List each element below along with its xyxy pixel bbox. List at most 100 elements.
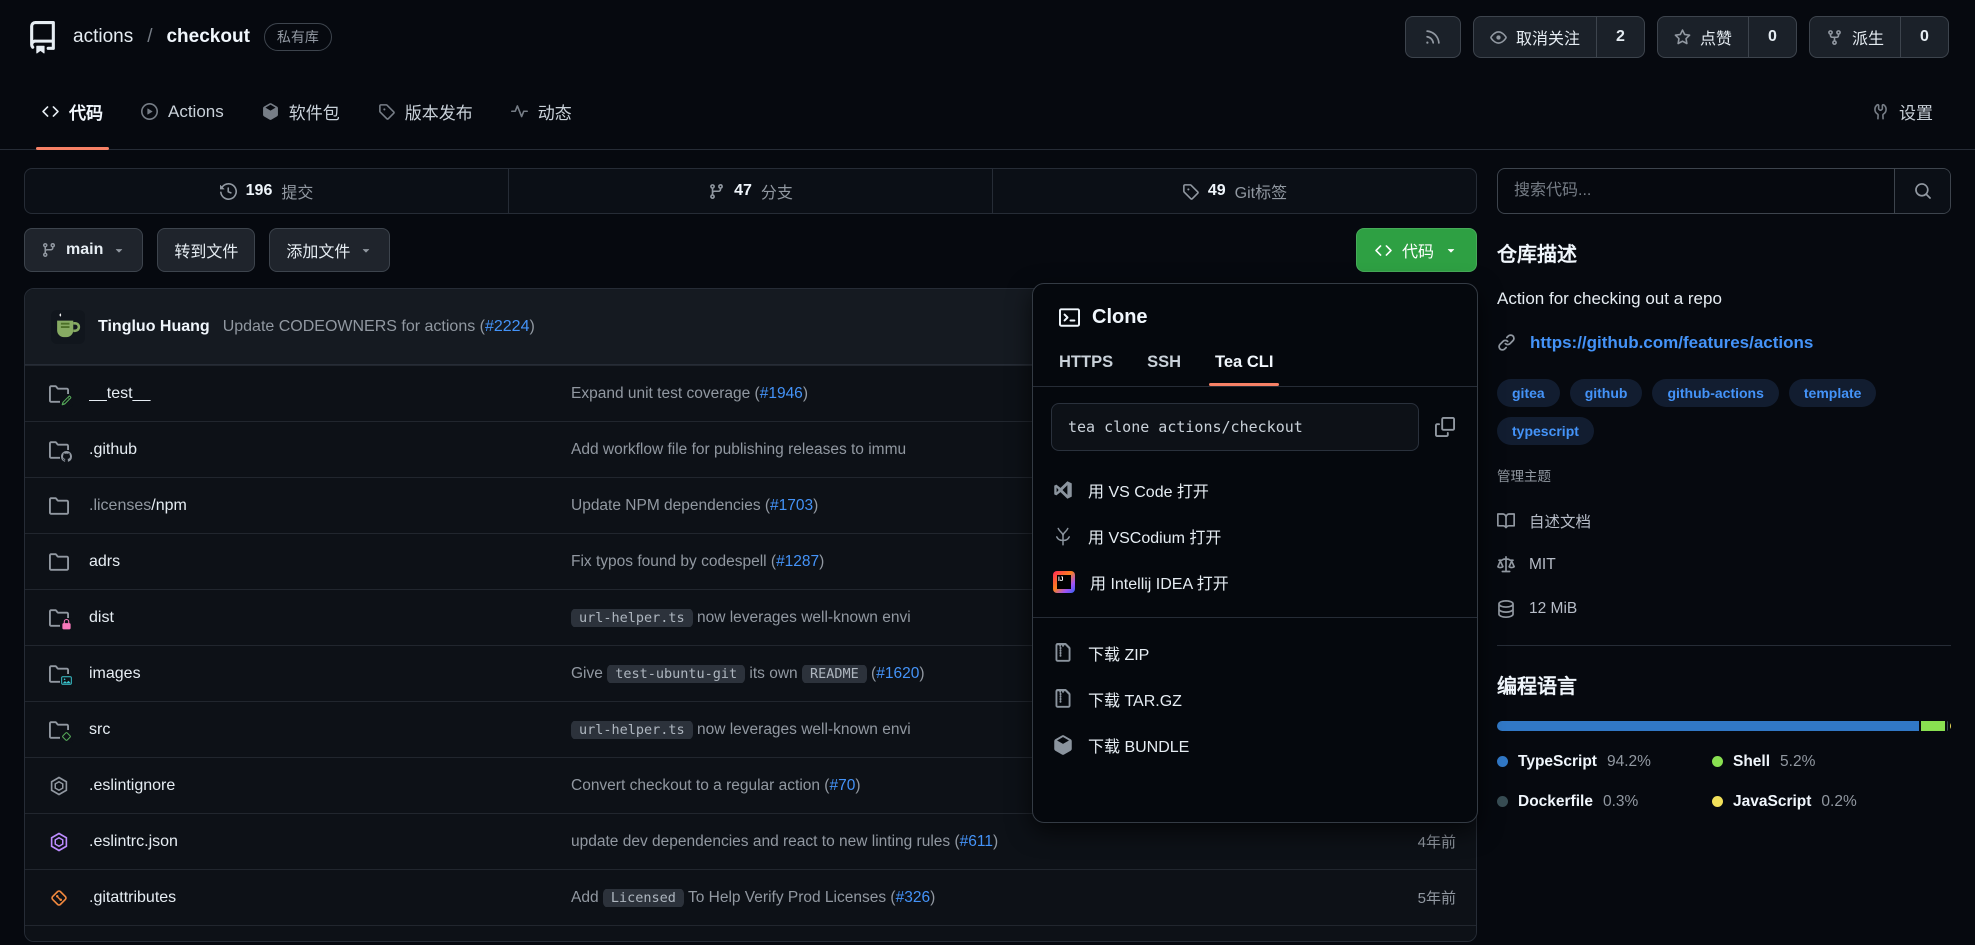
license-link[interactable]: MIT bbox=[1497, 543, 1951, 587]
star-button[interactable]: 点赞 bbox=[1658, 17, 1748, 57]
repo-icon bbox=[26, 21, 59, 54]
fork-button[interactable]: 派生 bbox=[1810, 17, 1900, 57]
tab-tea-cli[interactable]: Tea CLI bbox=[1215, 353, 1273, 386]
fork-count[interactable]: 0 bbox=[1900, 17, 1948, 57]
file-name-link[interactable]: __test__ bbox=[89, 385, 571, 403]
search-input[interactable] bbox=[1498, 169, 1894, 213]
branches-stat[interactable]: 47 分支 bbox=[508, 169, 992, 213]
file-name-link[interactable]: .gitattributes bbox=[89, 889, 571, 907]
download-bundle-item[interactable]: 下载 BUNDLE bbox=[1033, 722, 1477, 768]
repo-name-link[interactable]: checkout bbox=[166, 26, 249, 48]
open-idea-label: 用 Intellij IDEA 打开 bbox=[1090, 570, 1229, 594]
download-targz-item[interactable]: 下载 TAR.GZ bbox=[1033, 676, 1477, 722]
search-button[interactable] bbox=[1894, 169, 1950, 213]
pr-link[interactable]: #70 bbox=[829, 777, 855, 794]
pr-link[interactable]: #1287 bbox=[776, 553, 819, 570]
star-button-group[interactable]: 点赞 0 bbox=[1657, 16, 1797, 58]
tab-activity[interactable]: 动态 bbox=[495, 74, 588, 149]
folder-lock-icon bbox=[49, 608, 69, 628]
tab-code[interactable]: 代码 bbox=[26, 74, 119, 149]
code-chip[interactable]: url-helper.ts bbox=[571, 609, 693, 627]
branch-selector[interactable]: main bbox=[24, 228, 143, 272]
unwatch-button[interactable]: 取消关注 bbox=[1474, 17, 1596, 57]
tab-actions[interactable]: Actions bbox=[125, 74, 240, 149]
language-dockerfile[interactable]: Dockerfile 0.3% bbox=[1497, 793, 1712, 811]
file-name-link[interactable]: .licenses/npm bbox=[89, 497, 571, 515]
language-pct: 0.3% bbox=[1603, 793, 1638, 811]
language-typescript[interactable]: TypeScript 94.2% bbox=[1497, 753, 1712, 771]
tags-stat[interactable]: 49 Git标签 bbox=[992, 169, 1476, 213]
code-chip[interactable]: test-ubuntu-git bbox=[607, 665, 745, 683]
clone-command-input[interactable] bbox=[1051, 403, 1419, 451]
language-dot bbox=[1712, 756, 1723, 767]
pulse-icon bbox=[511, 103, 528, 120]
tags-count: 49 bbox=[1208, 182, 1226, 200]
file-name-link[interactable]: .github bbox=[89, 441, 571, 459]
file-commit-message[interactable]: update dev dependencies and react to new… bbox=[571, 833, 1356, 851]
topic-typescript[interactable]: typescript bbox=[1497, 417, 1594, 445]
tab-releases[interactable]: 版本发布 bbox=[362, 74, 489, 149]
commits-stat[interactable]: 196 提交 bbox=[25, 169, 508, 213]
open-idea-item[interactable]: IJ 用 Intellij IDEA 打开 bbox=[1033, 559, 1477, 605]
goto-file-label: 转到文件 bbox=[174, 238, 238, 262]
terminal-icon bbox=[1059, 307, 1080, 328]
language-javascript[interactable]: JavaScript 0.2% bbox=[1712, 793, 1951, 811]
commit-author[interactable]: Tingluo Huang bbox=[98, 318, 210, 336]
code-chip[interactable]: url-helper.ts bbox=[571, 721, 693, 739]
repo-owner-link[interactable]: actions bbox=[73, 26, 133, 48]
language-name: TypeScript bbox=[1518, 753, 1597, 771]
topic-github[interactable]: github bbox=[1570, 379, 1643, 407]
pr-link[interactable]: #1620 bbox=[876, 665, 919, 682]
add-file-button[interactable]: 添加文件 bbox=[269, 228, 390, 272]
rss-button[interactable] bbox=[1405, 16, 1461, 58]
file-name-link[interactable]: src bbox=[89, 721, 571, 739]
download-zip-item[interactable]: 下载 ZIP bbox=[1033, 630, 1477, 676]
topic-template[interactable]: template bbox=[1789, 379, 1877, 407]
tab-ssh[interactable]: SSH bbox=[1147, 353, 1181, 386]
pr-link[interactable]: #326 bbox=[896, 889, 930, 906]
tab-packages-label: 软件包 bbox=[289, 99, 340, 124]
chevron-down-icon bbox=[112, 243, 126, 257]
website-link[interactable]: https://github.com/features/actions bbox=[1530, 333, 1813, 353]
star-count[interactable]: 0 bbox=[1748, 17, 1796, 57]
topic-gitea[interactable]: gitea bbox=[1497, 379, 1560, 407]
commit-pr-link[interactable]: #2224 bbox=[485, 318, 530, 335]
topic-github-actions[interactable]: github-actions bbox=[1652, 379, 1778, 407]
watch-button-group[interactable]: 取消关注 2 bbox=[1473, 16, 1645, 58]
file-name-link[interactable]: adrs bbox=[89, 553, 571, 571]
fork-button-group[interactable]: 派生 0 bbox=[1809, 16, 1949, 58]
language-shell[interactable]: Shell 5.2% bbox=[1712, 753, 1951, 771]
zip-file-icon bbox=[1053, 643, 1073, 663]
goto-file-button[interactable]: 转到文件 bbox=[157, 228, 255, 272]
code-download-button[interactable]: 代码 bbox=[1356, 228, 1477, 272]
avatar[interactable] bbox=[51, 310, 85, 344]
language-name: JavaScript bbox=[1733, 793, 1811, 811]
header-actions: 取消关注 2 点赞 0 派生 0 bbox=[1405, 16, 1949, 58]
manage-topics-link[interactable]: 管理主题 bbox=[1497, 465, 1951, 485]
pr-link[interactable]: #1703 bbox=[770, 497, 813, 514]
commits-label: 提交 bbox=[281, 179, 313, 203]
pr-link[interactable]: #611 bbox=[960, 833, 993, 850]
branches-label: 分支 bbox=[761, 179, 793, 203]
code-chip[interactable]: README bbox=[802, 665, 867, 683]
language-bar bbox=[1497, 721, 1951, 731]
file-name-link[interactable]: dist bbox=[89, 609, 571, 627]
tab-settings[interactable]: 设置 bbox=[1856, 74, 1949, 149]
copy-button[interactable] bbox=[1435, 417, 1455, 437]
watch-count[interactable]: 2 bbox=[1596, 17, 1644, 57]
pr-link[interactable]: #1946 bbox=[760, 385, 803, 402]
open-vscodium-item[interactable]: 用 VSCodium 打开 bbox=[1033, 513, 1477, 559]
language-dot bbox=[1497, 796, 1508, 807]
file-commit-message[interactable]: Add Licensed To Help Verify Prod License… bbox=[571, 889, 1356, 907]
file-name-link[interactable]: .eslintignore bbox=[89, 777, 571, 795]
tab-https[interactable]: HTTPS bbox=[1059, 353, 1113, 386]
file-name-link[interactable]: images bbox=[89, 665, 571, 683]
open-vscode-item[interactable]: 用 VS Code 打开 bbox=[1033, 467, 1477, 513]
tab-packages[interactable]: 软件包 bbox=[246, 74, 356, 149]
menu-divider bbox=[1033, 617, 1477, 618]
readme-link[interactable]: 自述文档 bbox=[1497, 499, 1951, 543]
code-chip[interactable]: Licensed bbox=[603, 889, 684, 907]
clone-title: Clone bbox=[1092, 306, 1148, 329]
commit-message[interactable]: Update CODEOWNERS for actions (#2224) bbox=[223, 318, 535, 336]
file-name-link[interactable]: .eslintrc.json bbox=[89, 833, 571, 851]
